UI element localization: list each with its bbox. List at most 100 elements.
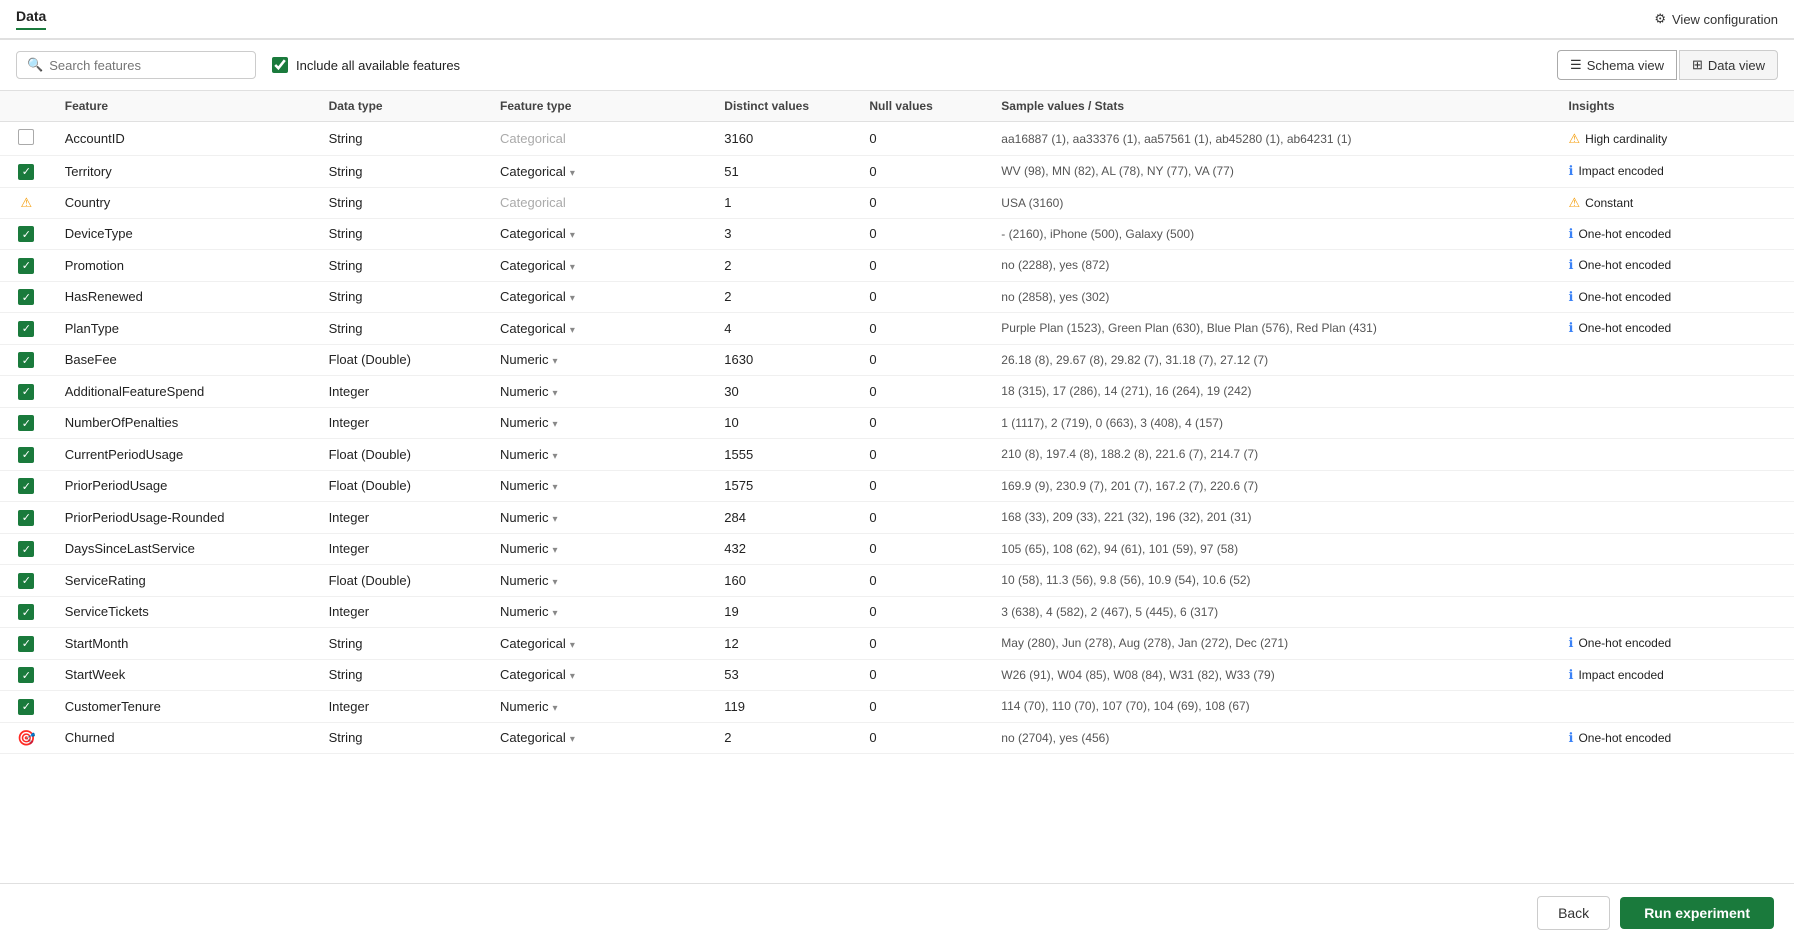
cell-checkbox[interactable] — [0, 502, 53, 534]
cell-checkbox[interactable] — [0, 628, 53, 660]
table-row: PlanType String Categorical▾ 4 0 Purple … — [0, 313, 1794, 345]
cell-checkbox[interactable] — [0, 659, 53, 691]
insight-text: One-hot encoded — [1578, 731, 1671, 745]
table-row: ⚠ Country String Categorical 1 0 USA (31… — [0, 187, 1794, 218]
dropdown-arrow[interactable]: ▾ — [552, 419, 557, 430]
checkbox-checked[interactable] — [18, 510, 34, 526]
cell-featuretype: Numeric▾ — [488, 439, 712, 471]
cell-checkbox[interactable] — [0, 250, 53, 282]
checkbox-checked[interactable] — [18, 573, 34, 589]
checkbox-checked[interactable] — [18, 384, 34, 400]
checkbox-warning[interactable]: ⚠ — [18, 195, 34, 211]
cell-checkbox[interactable]: ⚠ — [0, 187, 53, 218]
checkbox-checked[interactable] — [18, 258, 34, 274]
warning-icon: ⚠ — [1569, 131, 1581, 147]
checkbox-checked[interactable] — [18, 321, 34, 337]
dropdown-arrow[interactable]: ▾ — [570, 230, 575, 241]
cell-insights — [1557, 376, 1794, 408]
feature-type-value: Categorical — [500, 321, 566, 336]
data-view-button[interactable]: ⊞ Data view — [1679, 50, 1778, 80]
cell-sample: 210 (8), 197.4 (8), 188.2 (8), 221.6 (7)… — [989, 439, 1556, 471]
checkbox-checked[interactable] — [18, 415, 34, 431]
insight-text: One-hot encoded — [1578, 636, 1671, 650]
dropdown-arrow[interactable]: ▾ — [570, 734, 575, 745]
checkbox-checked[interactable] — [18, 226, 34, 242]
cell-insights — [1557, 533, 1794, 565]
table-row: PriorPeriodUsage Float (Double) Numeric▾… — [0, 470, 1794, 502]
info-icon: ℹ — [1569, 320, 1574, 336]
view-config-button[interactable]: ⚙ View configuration — [1654, 11, 1778, 27]
cell-checkbox[interactable] — [0, 596, 53, 628]
checkbox-checked[interactable] — [18, 636, 34, 652]
info-icon: ℹ — [1569, 226, 1574, 242]
checkbox-checked[interactable] — [18, 699, 34, 715]
dropdown-arrow[interactable]: ▾ — [570, 325, 575, 336]
dropdown-arrow[interactable]: ▾ — [570, 640, 575, 651]
cell-featuretype: Categorical▾ — [488, 218, 712, 250]
checkbox-checked[interactable] — [18, 667, 34, 683]
table-row: BaseFee Float (Double) Numeric▾ 1630 0 2… — [0, 344, 1794, 376]
feature-type-value: Numeric — [500, 384, 548, 399]
data-tab[interactable]: Data — [16, 8, 46, 30]
checkbox-checked[interactable] — [18, 289, 34, 305]
cell-sample: 168 (33), 209 (33), 221 (32), 196 (32), … — [989, 502, 1556, 534]
cell-checkbox[interactable] — [0, 218, 53, 250]
dropdown-arrow[interactable]: ▾ — [552, 608, 557, 619]
cell-checkbox[interactable] — [0, 344, 53, 376]
cell-featuretype: Numeric▾ — [488, 565, 712, 597]
feature-type-value: Numeric — [500, 604, 548, 619]
checkbox-unchecked[interactable] — [18, 129, 34, 145]
dropdown-arrow[interactable]: ▾ — [552, 388, 557, 399]
dropdown-arrow[interactable]: ▾ — [570, 293, 575, 304]
cell-insights — [1557, 502, 1794, 534]
cell-checkbox[interactable] — [0, 565, 53, 597]
checkbox-checked[interactable] — [18, 447, 34, 463]
cell-distinct: 160 — [712, 565, 857, 597]
checkbox-checked[interactable] — [18, 541, 34, 557]
run-experiment-button[interactable]: Run experiment — [1620, 897, 1774, 929]
insight-text: High cardinality — [1585, 132, 1667, 146]
cell-checkbox[interactable] — [0, 313, 53, 345]
dropdown-arrow[interactable]: ▾ — [552, 356, 557, 367]
cell-null: 0 — [857, 502, 989, 534]
cell-null: 0 — [857, 187, 989, 218]
cell-checkbox[interactable] — [0, 376, 53, 408]
checkbox-checked[interactable] — [18, 478, 34, 494]
checkbox-checked[interactable] — [18, 164, 34, 180]
cell-featuretype: Categorical — [488, 187, 712, 218]
cell-feature: HasRenewed — [53, 281, 317, 313]
schema-view-button[interactable]: ☰ Schema view — [1557, 50, 1677, 80]
cell-checkbox[interactable] — [0, 407, 53, 439]
cell-feature: NumberOfPenalties — [53, 407, 317, 439]
dropdown-arrow[interactable]: ▾ — [570, 671, 575, 682]
cell-checkbox[interactable] — [0, 439, 53, 471]
dropdown-arrow[interactable]: ▾ — [552, 514, 557, 525]
cell-checkbox[interactable] — [0, 470, 53, 502]
dropdown-arrow[interactable]: ▾ — [552, 577, 557, 588]
dropdown-arrow[interactable]: ▾ — [552, 451, 557, 462]
dropdown-arrow[interactable]: ▾ — [552, 545, 557, 556]
dropdown-arrow[interactable]: ▾ — [570, 262, 575, 273]
sliders-icon: ⚙ — [1654, 11, 1666, 27]
cell-checkbox[interactable] — [0, 122, 53, 156]
cell-checkbox[interactable]: 🎯 — [0, 722, 53, 753]
back-button[interactable]: Back — [1537, 896, 1610, 930]
checkbox-checked[interactable] — [18, 352, 34, 368]
cell-checkbox[interactable] — [0, 281, 53, 313]
search-input[interactable] — [49, 58, 245, 73]
cell-checkbox[interactable] — [0, 156, 53, 188]
dropdown-arrow[interactable]: ▾ — [552, 703, 557, 714]
checkbox-checked[interactable] — [18, 604, 34, 620]
cell-feature: AccountID — [53, 122, 317, 156]
cell-checkbox[interactable] — [0, 691, 53, 723]
cell-checkbox[interactable] — [0, 533, 53, 565]
cell-datatype: Float (Double) — [317, 439, 488, 471]
dropdown-arrow[interactable]: ▾ — [570, 168, 575, 179]
info-icon: ℹ — [1569, 289, 1574, 305]
feature-type-value: Categorical — [500, 131, 566, 146]
cell-insights: ℹOne-hot encoded — [1557, 250, 1794, 282]
cell-sample: no (2704), yes (456) — [989, 722, 1556, 753]
cell-datatype: String — [317, 250, 488, 282]
dropdown-arrow[interactable]: ▾ — [552, 482, 557, 493]
include-all-checkbox[interactable] — [272, 57, 288, 73]
